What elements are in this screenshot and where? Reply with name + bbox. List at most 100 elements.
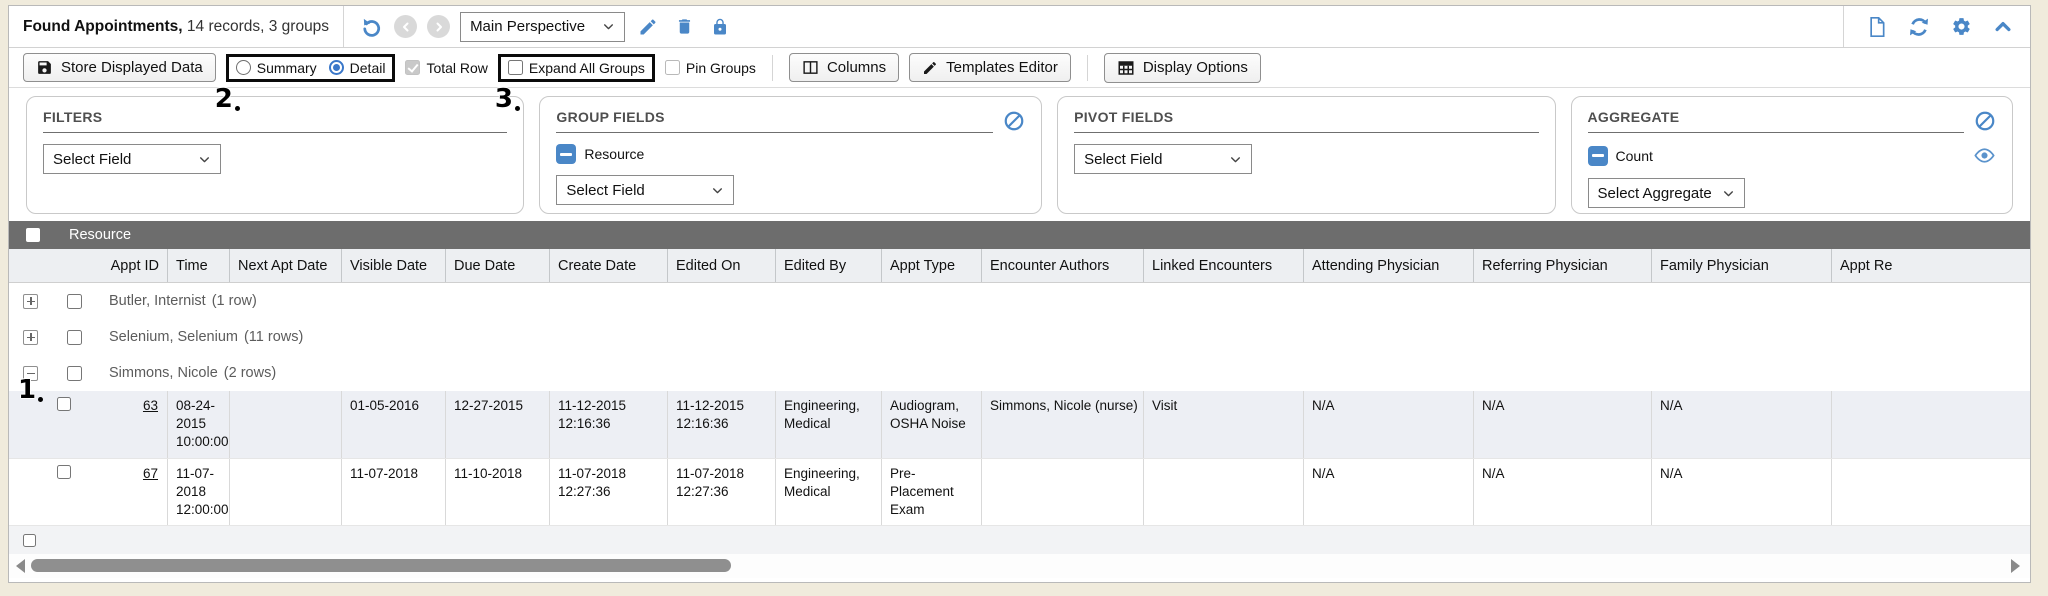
lock-icon[interactable] — [707, 14, 733, 40]
expand-all-control[interactable]: Expand All Groups — [508, 60, 645, 76]
column-header-family-physician[interactable]: Family Physician — [1651, 249, 1831, 282]
perspective-select[interactable]: Main Perspective — [460, 12, 625, 42]
group-checkbox[interactable] — [67, 330, 82, 345]
column-header-time[interactable]: Time — [167, 249, 229, 282]
detail-radio[interactable] — [329, 60, 344, 75]
filters-field-select[interactable]: Select Field — [43, 144, 221, 174]
remove-aggregate-icon[interactable] — [1588, 146, 1608, 166]
total-row-checkbox[interactable] — [405, 60, 420, 75]
filters-title: FILTERS — [43, 109, 507, 133]
scrollbar-thumb[interactable] — [31, 559, 731, 572]
cell-time: 11-07-2018 12:00:00 — [167, 459, 229, 526]
row-checkbox[interactable] — [57, 397, 71, 411]
aggregate-select[interactable]: Select Aggregate — [1588, 178, 1745, 208]
column-header-appt-re[interactable]: Appt Re — [1831, 249, 1991, 282]
found-appointments-window: Found Appointments, 14 records, 3 groups… — [8, 5, 2031, 583]
summary-label: Summary — [257, 60, 317, 76]
appt-id-link[interactable]: 63 — [143, 398, 158, 413]
footer-checkbox[interactable] — [23, 534, 36, 547]
settings-icon[interactable] — [1948, 14, 1974, 40]
summary-radio[interactable] — [236, 60, 251, 75]
group-fields-select[interactable]: Select Field — [556, 175, 734, 205]
toolbar: Store Displayed Data Summary Detail 2 To… — [9, 48, 2030, 88]
expand-group-icon[interactable] — [23, 330, 38, 345]
group-fields-panel: GROUP FIELDS Resource Select Field — [539, 96, 1042, 214]
summary-detail-annotation-box: Summary Detail 2 — [226, 54, 396, 82]
column-header-create-date[interactable]: Create Date — [549, 249, 667, 282]
group-label: Selenium, Selenium — [109, 329, 238, 345]
group-checkbox[interactable] — [67, 366, 82, 381]
column-header-edited-by[interactable]: Edited By — [775, 249, 881, 282]
cell-create-date: 11-07-2018 12:27:36 — [549, 459, 667, 526]
column-header-edited-on[interactable]: Edited On — [667, 249, 775, 282]
row-checkbox[interactable] — [57, 465, 71, 479]
pin-groups-control[interactable]: Pin Groups — [665, 60, 756, 76]
pin-groups-label: Pin Groups — [686, 60, 756, 76]
group-row-selenium: Selenium, Selenium (11 rows) — [9, 319, 2030, 355]
refresh-icon[interactable] — [1906, 14, 1932, 40]
expand-all-checkbox[interactable] — [508, 60, 523, 75]
summary-radio-group[interactable]: Summary — [236, 60, 317, 76]
edit-icon[interactable] — [635, 14, 661, 40]
blocked-icon[interactable] — [1003, 110, 1025, 132]
pivot-fields-select[interactable]: Select Field — [1074, 144, 1252, 174]
column-header-visible-date[interactable]: Visible Date — [341, 249, 445, 282]
group-header-bar: Resource — [9, 221, 2030, 249]
chevron-down-icon — [1229, 153, 1242, 166]
blocked-icon[interactable] — [1974, 110, 1996, 132]
next-circle-icon[interactable] — [427, 15, 450, 38]
cell-next-apt-date — [229, 459, 341, 526]
cell-due-date: 12-27-2015 — [445, 391, 549, 458]
pencil-icon — [922, 60, 938, 76]
delete-icon[interactable] — [671, 14, 697, 40]
group-row-butler: Butler, Internist (1 row) — [9, 283, 2030, 319]
column-header-next-apt-date[interactable]: Next Apt Date — [229, 249, 341, 282]
column-header-encounter-authors[interactable]: Encounter Authors — [981, 249, 1143, 282]
total-row-control[interactable]: Total Row — [405, 60, 487, 76]
store-displayed-data-button[interactable]: Store Displayed Data — [23, 53, 216, 82]
annotation-step-3: 3 — [495, 86, 513, 112]
cell-appt-type: Audiogram, OSHA Noise — [881, 391, 981, 458]
aggregate-select-value: Select Aggregate — [1598, 185, 1712, 202]
filters-select-value: Select Field — [53, 151, 131, 168]
appt-id-link[interactable]: 67 — [143, 466, 158, 481]
column-header-attending-physician[interactable]: Attending Physician — [1303, 249, 1473, 282]
aggregate-panel: AGGREGATE Count Select Aggregate — [1571, 96, 2014, 214]
group-checkbox[interactable] — [67, 294, 82, 309]
undo-icon[interactable] — [358, 14, 384, 40]
column-header-referring-physician[interactable]: Referring Physician — [1473, 249, 1651, 282]
group-count: (11 rows) — [244, 329, 303, 345]
group-count: (1 row) — [212, 293, 257, 309]
horizontal-scrollbar — [9, 554, 2030, 578]
scroll-right-icon[interactable] — [2011, 559, 2020, 573]
templates-editor-button[interactable]: Templates Editor — [909, 53, 1071, 82]
column-header-appt-type[interactable]: Appt Type — [881, 249, 981, 282]
group-label: Simmons, Nicole — [109, 365, 218, 381]
footer-row — [9, 526, 2030, 554]
expand-group-icon[interactable] — [23, 294, 38, 309]
group-fields-select-value: Select Field — [566, 182, 644, 199]
annotation-step-2: 2 — [215, 86, 233, 112]
record-count: 14 records, 3 groups — [187, 18, 329, 35]
expand-all-label: Expand All Groups — [529, 60, 645, 76]
detail-radio-group[interactable]: Detail — [329, 60, 386, 76]
scroll-left-icon[interactable] — [16, 559, 25, 573]
display-options-button[interactable]: Display Options — [1104, 53, 1261, 83]
remove-field-icon[interactable] — [556, 144, 576, 164]
perspective-select-value: Main Perspective — [470, 18, 585, 35]
columns-button[interactable]: Columns — [789, 53, 899, 82]
collapse-icon[interactable] — [1990, 14, 2016, 40]
save-icon — [36, 59, 53, 76]
column-header-due-date[interactable]: Due Date — [445, 249, 549, 282]
cell-referring-physician: N/A — [1473, 459, 1651, 526]
group-row-simmons: Simmons, Nicole (2 rows) 1 — [9, 355, 2030, 391]
group-count: (2 rows) — [224, 365, 276, 381]
prev-circle-icon[interactable] — [394, 15, 417, 38]
column-header-appt-id[interactable]: Appt ID — [9, 249, 167, 282]
column-header-linked-encounters[interactable]: Linked Encounters — [1143, 249, 1303, 282]
select-all-checkbox[interactable] — [26, 228, 40, 242]
new-document-icon[interactable] — [1864, 14, 1890, 40]
visibility-eye-icon[interactable] — [1973, 144, 1996, 167]
expand-all-annotation-box: Expand All Groups 3 — [498, 54, 655, 82]
pin-groups-checkbox[interactable] — [665, 60, 680, 75]
